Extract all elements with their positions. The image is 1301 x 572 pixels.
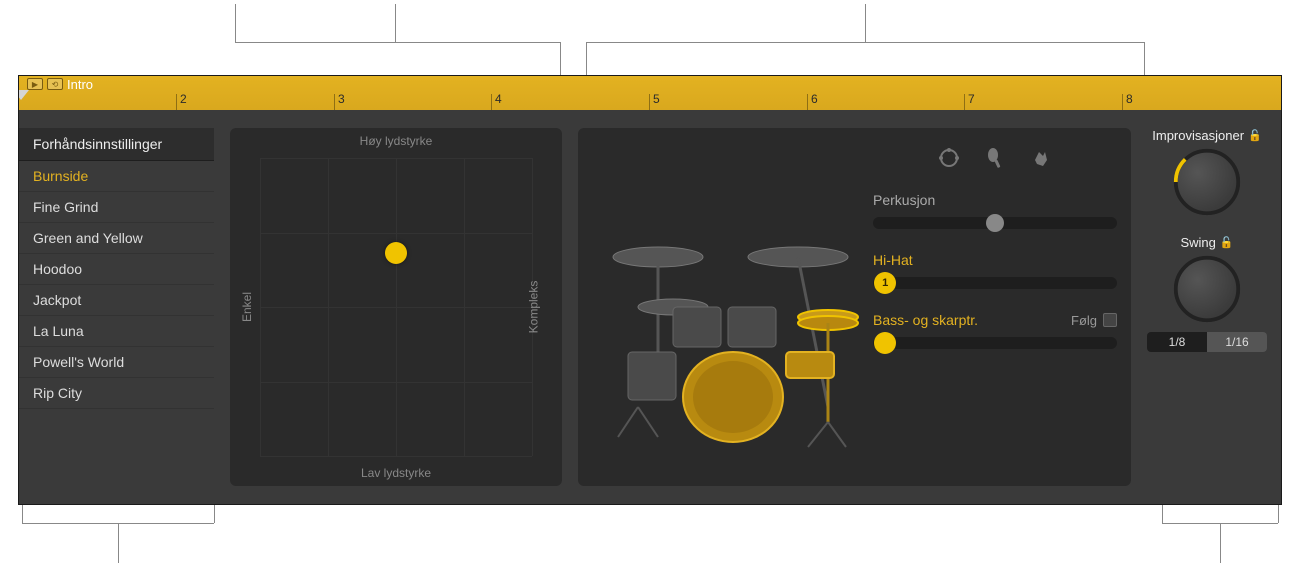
xy-label-left: Enkel — [240, 292, 254, 322]
kit-panel: Perkusjon Hi-Hat 1 Bass- og skarptr. — [578, 128, 1131, 486]
hihat-slider[interactable]: 1 — [873, 272, 1117, 294]
drummer-editor: ▶ ⟲ Intro 2 3 4 5 6 7 8 Forhåndsinnstill… — [18, 75, 1282, 505]
percussion-slider[interactable] — [873, 212, 1117, 234]
region-play-icon[interactable]: ▶ — [27, 78, 43, 90]
preset-item[interactable]: Powell's World — [19, 347, 214, 378]
kicksnare-label: Bass- og skarptr. Følg — [873, 312, 1117, 328]
ruler-tick-label: 8 — [1126, 92, 1133, 106]
xy-label-bottom: Lav lydstyrke — [361, 466, 431, 480]
knob-panel: Improvisasjoner 🔓 Swing 🔓 — [1147, 128, 1267, 486]
unlock-icon[interactable]: 🔓 — [1248, 129, 1262, 142]
preset-list: Forhåndsinnstillinger Burnside Fine Grin… — [19, 128, 214, 486]
tambourine-icon[interactable] — [937, 146, 961, 174]
xy-label-right: Kompleks — [527, 281, 541, 334]
region-title: Intro — [67, 77, 93, 92]
drum-kit-visual[interactable] — [588, 138, 863, 476]
ruler-ticks: 2 3 4 5 6 7 8 — [19, 94, 1281, 110]
percussion-label: Perkusjon — [873, 192, 1117, 208]
follow-checkbox[interactable] — [1103, 313, 1117, 327]
preset-item[interactable]: Jackpot — [19, 285, 214, 316]
playhead[interactable] — [19, 90, 29, 100]
swing-knob[interactable] — [1174, 256, 1240, 322]
ruler-tick-label: 7 — [968, 92, 975, 106]
ruler-tick-label: 3 — [338, 92, 345, 106]
ruler-tick-label: 5 — [653, 92, 660, 106]
preset-item[interactable]: Fine Grind — [19, 192, 214, 223]
region-ruler[interactable]: ▶ ⟲ Intro 2 3 4 5 6 7 8 — [19, 76, 1281, 110]
swing-1-16[interactable]: 1/16 — [1207, 332, 1267, 352]
preset-item[interactable]: Rip City — [19, 378, 214, 409]
swing-label: Swing — [1180, 235, 1215, 250]
fills-label: Improvisasjoner — [1152, 128, 1244, 143]
xy-handle[interactable] — [385, 242, 407, 264]
unlock-icon[interactable]: 🔓 — [1220, 236, 1234, 249]
preset-item[interactable]: Hoodoo — [19, 254, 214, 285]
ruler-tick-label: 6 — [811, 92, 818, 106]
ruler-tick-label: 4 — [495, 92, 502, 106]
kicksnare-label-text: Bass- og skarptr. — [873, 312, 978, 328]
shaker-icon[interactable] — [983, 146, 1007, 174]
preset-item[interactable]: Green and Yellow — [19, 223, 214, 254]
kicksnare-slider[interactable] — [873, 332, 1117, 354]
preset-header: Forhåndsinnstillinger — [19, 128, 214, 161]
swing-division-toggle[interactable]: 1/8 1/16 — [1147, 332, 1267, 352]
percussion-control: Perkusjon — [873, 192, 1117, 234]
hihat-value[interactable]: 1 — [874, 272, 896, 294]
handclap-icon[interactable] — [1029, 146, 1053, 174]
hihat-label: Hi-Hat — [873, 252, 1117, 268]
swing-1-8[interactable]: 1/8 — [1147, 332, 1207, 352]
hihat-control: Hi-Hat 1 — [873, 252, 1117, 294]
fills-knob[interactable] — [1174, 149, 1240, 215]
preset-item[interactable]: Burnside — [19, 161, 214, 192]
kicksnare-control: Bass- og skarptr. Følg — [873, 312, 1117, 354]
xy-pad[interactable]: Høy lydstyrke Lav lydstyrke Enkel Komple… — [230, 128, 562, 486]
xy-label-top: Høy lydstyrke — [360, 134, 433, 148]
ruler-tick-label: 2 — [180, 92, 187, 106]
preset-item[interactable]: La Luna — [19, 316, 214, 347]
follow-label: Følg — [1071, 313, 1097, 328]
region-loop-icon[interactable]: ⟲ — [47, 78, 63, 90]
